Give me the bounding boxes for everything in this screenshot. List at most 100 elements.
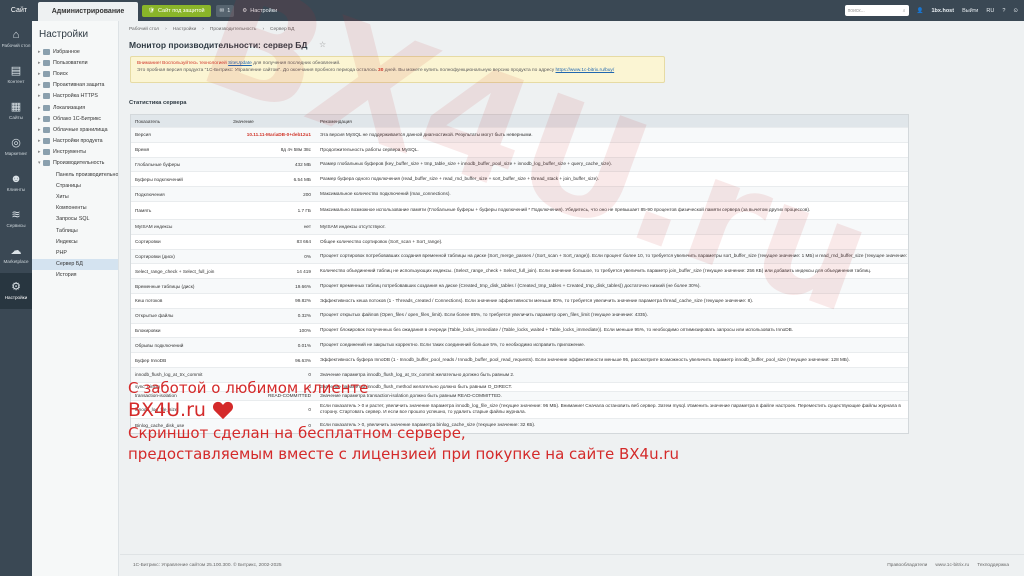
- user-name-link[interactable]: 1bx.host: [931, 8, 954, 14]
- menu-item[interactable]: ▸ Инструменты: [32, 147, 118, 158]
- menu-item-label: Сервер БД: [56, 261, 83, 268]
- help-icon[interactable]: ?: [1002, 8, 1005, 14]
- menu-item[interactable]: Сервер БД: [32, 258, 118, 270]
- notice-text: Это пробная версия продукта "1С-Битрикс:…: [137, 68, 377, 74]
- iconbar-label: Настройки: [4, 295, 28, 301]
- table-row: Глобальные буферы 432 МБ Размер глобальных…: [131, 156, 908, 172]
- metric-value: 6.54 МБ: [293, 176, 311, 182]
- table-row: Время 8д 4ч 58м 38с Продолжительность рабо…: [131, 141, 908, 157]
- breadcrumb-item[interactable]: Рабочий стол: [129, 27, 159, 32]
- menu-item[interactable]: Компоненты: [32, 203, 118, 214]
- menu-item[interactable]: ▸ Поиск: [32, 68, 118, 79]
- favorite-star-icon[interactable]: ☆: [319, 40, 326, 49]
- tab-site[interactable]: Сайт: [0, 0, 38, 21]
- sites-icon: ▦: [10, 101, 22, 114]
- menu-item[interactable]: ▾ Производительность: [32, 158, 118, 169]
- menu-item[interactable]: Таблицы: [32, 225, 118, 236]
- menu-item[interactable]: Индексы: [32, 236, 118, 247]
- search-input[interactable]: поиск... ⌕: [844, 5, 909, 16]
- menu-item-label: Таблицы: [56, 227, 78, 234]
- footer-link[interactable]: Техподдержка: [977, 563, 1009, 568]
- metric-value: 1.7 ГБ: [297, 207, 311, 213]
- menu-item[interactable]: ▸ Облако 1С-Битрикс: [32, 113, 118, 124]
- settings-label: Настройки: [250, 7, 278, 14]
- column-header[interactable]: Рекомендация: [315, 119, 908, 124]
- iconbar-desktop[interactable]: ⌂ Рабочий стол: [0, 21, 32, 57]
- trial-days: 30: [378, 68, 384, 74]
- language-selector[interactable]: RU: [986, 8, 994, 14]
- menu-item-label: Производительность: [53, 160, 105, 167]
- metric-name: Блокировки: [135, 327, 161, 333]
- metric-value: 200: [303, 191, 311, 197]
- metric-recommendation: Максимальное количество подключений (max…: [320, 190, 451, 196]
- metric-recommendation: Процент соединений не закрытых корректно…: [320, 342, 586, 348]
- menu-item[interactable]: ▸ Облачные хранилища: [32, 124, 118, 135]
- iconbar-services[interactable]: ≋ Сервисы: [0, 201, 32, 237]
- metric-name: Select_range_check + Select_full_join: [135, 268, 215, 274]
- iconbar-clients[interactable]: ☻ Клиенты: [0, 165, 32, 201]
- footer-link[interactable]: Правообладатели: [887, 563, 927, 568]
- column-header[interactable]: Показатель: [131, 119, 231, 124]
- breadcrumb: Рабочий стол › Настройки › Производительно…: [129, 27, 294, 32]
- menu-item-label: Облачные хранилища: [53, 126, 108, 133]
- notice-text: дней. Вы можете купить полнофункциональн…: [384, 68, 555, 74]
- table-row: Сортировки (диск) 0% Процент сортировок по…: [131, 248, 908, 264]
- footer-link[interactable]: www.1c-bitrix.ru: [935, 563, 969, 568]
- metric-recommendation: Максимально возможное использование памя…: [320, 207, 811, 213]
- menu-item-icon: [43, 59, 50, 66]
- breadcrumb-item: Сервер БД: [270, 27, 295, 32]
- notifications-button[interactable]: ✉ 1: [215, 4, 235, 17]
- iconbar-marketplace[interactable]: ☁ Marketplace: [0, 237, 32, 273]
- site-protection-button[interactable]: 🛡 Сайт под защитой: [142, 4, 211, 17]
- table-row: Сортировки 83 664 Общее количество сортиро…: [131, 233, 908, 249]
- user-icon: 👤: [916, 7, 924, 14]
- breadcrumb-item[interactable]: Настройки: [173, 27, 197, 32]
- menu-item[interactable]: ▸ Пользователи: [32, 57, 118, 68]
- menu-item[interactable]: Хиты: [32, 191, 118, 202]
- metric-name: Буферы подключений: [135, 176, 183, 182]
- breadcrumb-item[interactable]: Производительность: [210, 27, 257, 32]
- settings-icon: ⚙: [11, 281, 21, 294]
- tab-administration[interactable]: Администрирование: [38, 2, 138, 21]
- menu-item[interactable]: PHP: [32, 247, 118, 258]
- menu-item[interactable]: История: [32, 270, 118, 281]
- metric-name: Сортировки (диск): [135, 253, 175, 259]
- metric-value: 96.63%: [295, 357, 311, 363]
- iconbar-settings[interactable]: ⚙ Настройки: [0, 273, 32, 309]
- table-row: Обрывы подключений 0.01% Процент соединени…: [131, 337, 908, 353]
- buy-link[interactable]: https://www.1c-bitrix.ru/buy/: [556, 68, 615, 73]
- iconbar-label: Marketplace: [3, 259, 29, 265]
- menu-item[interactable]: ▸ Избранное: [32, 46, 118, 57]
- notice-warning: Внимание! Воспользуйтесь технологией: [137, 61, 227, 66]
- menu-item[interactable]: ▸ Настройка HTTPS: [32, 91, 118, 102]
- menu-title: Настройки: [39, 29, 89, 40]
- logout-link[interactable]: Выйти: [962, 8, 978, 14]
- table-row: Буфер InnoDB 96.63% Эффективность буфера I…: [131, 352, 908, 367]
- metric-recommendation: Процент временных таблиц потребовавших с…: [320, 282, 701, 288]
- menu-item[interactable]: ▸ Настройки продукта: [32, 136, 118, 147]
- pin-icon[interactable]: ⊙: [1013, 8, 1018, 14]
- iconbar-marketing[interactable]: ◎ Маркетинг: [0, 129, 32, 165]
- menu-item-label: Поиск: [53, 70, 68, 77]
- main-icon-bar: ⌂ Рабочий стол ▤ Контент ▦ Сайты ◎ Маркетинг…: [0, 21, 32, 576]
- menu-item[interactable]: ▸ Проактивная защита: [32, 80, 118, 91]
- watermark-brand: BX4U.ru: [128, 398, 828, 422]
- siteupdate-link[interactable]: SiteUpdate: [228, 61, 252, 66]
- menu-item[interactable]: Панель производительности: [32, 169, 118, 180]
- iconbar-sites[interactable]: ▦ Сайты: [0, 93, 32, 129]
- menu-item[interactable]: ▸ Локализация: [32, 102, 118, 113]
- gear-icon: ⚙: [242, 7, 248, 14]
- message-icon: ✉: [219, 7, 225, 14]
- settings-menu: Настройки ▸ Избранное ▸ Пользователи ▸ Поиск ▸…: [32, 21, 119, 576]
- metric-name: Версия: [135, 132, 151, 138]
- footer: 1С-Битрикс: Управление сайтом 25.100.300…: [120, 554, 1024, 576]
- iconbar-content[interactable]: ▤ Контент: [0, 57, 32, 93]
- site-protection-label: Сайт под защитой: [157, 7, 205, 14]
- menu-item[interactable]: Запросы SQL: [32, 214, 118, 225]
- menu-item-icon: [43, 115, 50, 122]
- menu-item[interactable]: Страницы: [32, 180, 118, 191]
- column-header[interactable]: Значение: [231, 119, 315, 124]
- settings-button[interactable]: ⚙ Настройки: [242, 8, 277, 14]
- metric-name: innodb_flush_log_at_trx_commit: [135, 372, 203, 378]
- menu-item-label: Панель производительности: [56, 171, 118, 178]
